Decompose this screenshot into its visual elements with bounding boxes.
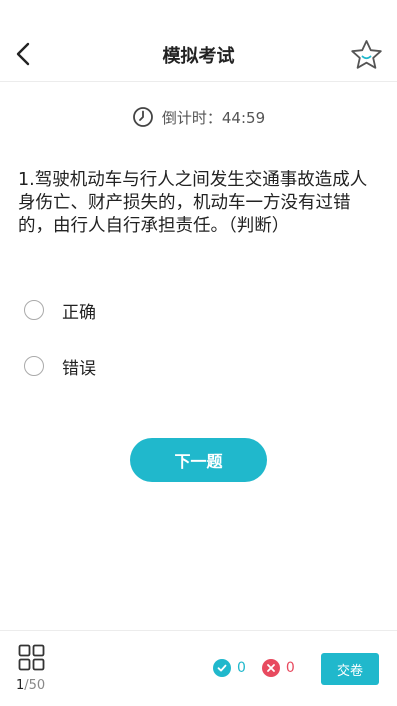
option-wrong[interactable]: 错误 — [24, 354, 96, 379]
radio-button[interactable] — [24, 300, 44, 320]
countdown-timer: 倒计时：44:59 — [0, 105, 397, 129]
radio-button[interactable] — [24, 356, 44, 376]
star-icon[interactable] — [350, 39, 383, 70]
grid-icon[interactable] — [18, 644, 45, 671]
option-label: 正确 — [62, 302, 96, 323]
check-icon — [213, 659, 231, 677]
wrong-count: 0 — [285, 660, 295, 676]
option-label: 错误 — [62, 358, 96, 379]
total-questions: /50 — [24, 678, 46, 693]
header-bar: 模拟考试 — [0, 0, 397, 82]
next-question-button[interactable]: 下一题 — [130, 438, 267, 482]
submit-exam-button[interactable]: 交卷 — [321, 653, 379, 685]
footer-bar: 1/50 0 0 交卷 — [0, 630, 397, 706]
question-progress: 1/50 — [16, 678, 45, 693]
correct-count: 0 — [237, 660, 246, 676]
cross-icon — [261, 659, 280, 677]
clock-icon — [132, 107, 153, 127]
timer-label: 倒计时：44:59 — [161, 108, 266, 127]
answer-counts: 0 0 — [213, 659, 295, 677]
page-title: 模拟考试 — [162, 46, 235, 67]
option-correct[interactable]: 正确 — [24, 298, 96, 323]
question-text: 1.驾驶机动车与行人之间发生交通事故造成人身伤亡、财产损失的，机动车一方没有过错… — [18, 170, 368, 236]
